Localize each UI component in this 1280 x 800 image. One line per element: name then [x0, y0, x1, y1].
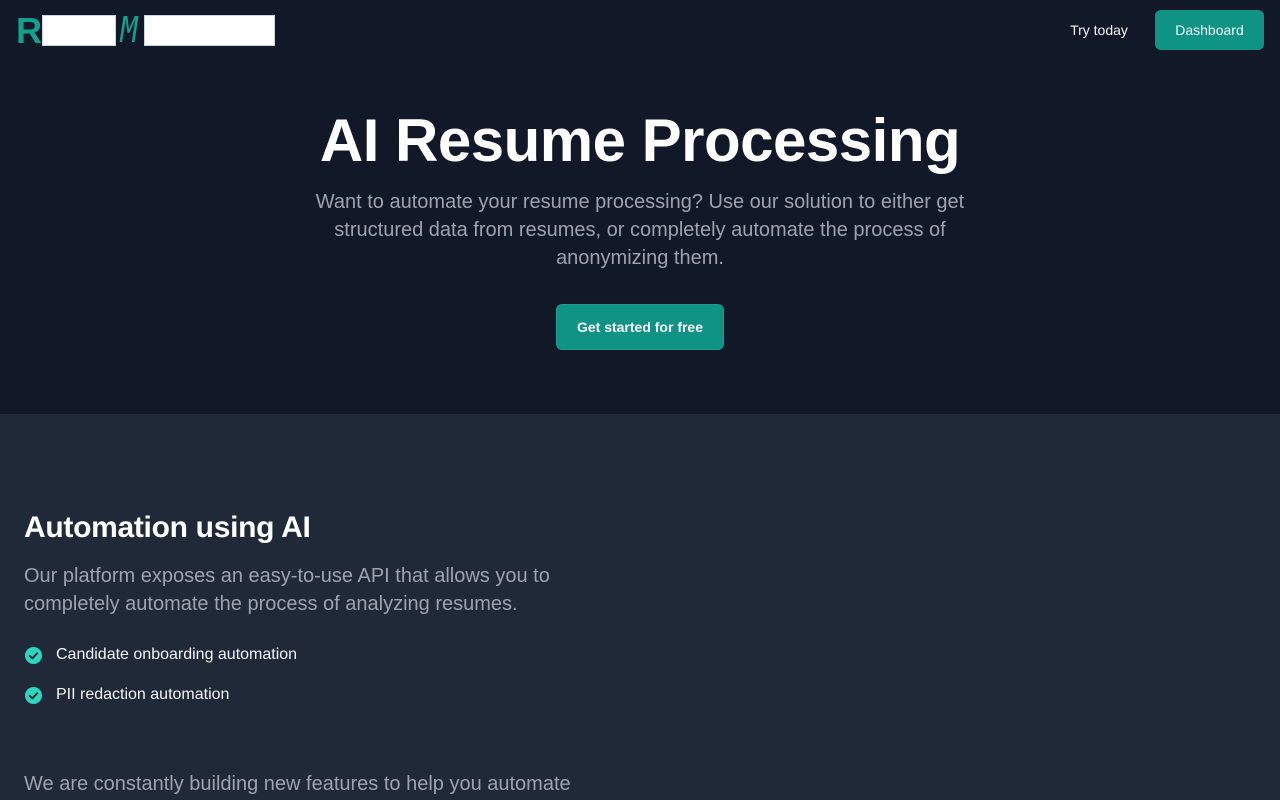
dashboard-button[interactable]: Dashboard [1155, 10, 1264, 50]
check-circle-icon [24, 646, 43, 665]
feature-item: Candidate onboarding automation [24, 644, 297, 684]
top-navigation-bar: R M Try today Dashboard [0, 0, 1280, 60]
get-started-button[interactable]: Get started for free [556, 304, 724, 350]
feature-list: Candidate onboarding automation PII reda… [24, 644, 297, 724]
automation-section: Automation using AI Our platform exposes… [0, 414, 1280, 800]
section-title: Automation using AI [24, 511, 311, 544]
feature-label: PII redaction automation [56, 686, 230, 703]
site-logo[interactable]: R M [16, 10, 275, 51]
section-description: Our platform exposes an easy-to-use API … [24, 565, 550, 615]
check-circle-icon [24, 686, 43, 705]
section-more-text: We are constantly building new features … [24, 773, 571, 795]
logo-letter-m: M [120, 10, 138, 51]
logo-letter-r: R [16, 10, 42, 51]
hero-title: AI Resume Processing [319, 107, 961, 174]
try-today-link[interactable]: Try today [1058, 18, 1140, 42]
logo-redacted-block [42, 15, 116, 46]
hero-subtitle: Want to automate your resume processing?… [315, 191, 965, 269]
logo-redacted-block [144, 15, 275, 46]
feature-item: PII redaction automation [24, 684, 297, 724]
feature-label: Candidate onboarding automation [56, 646, 298, 663]
